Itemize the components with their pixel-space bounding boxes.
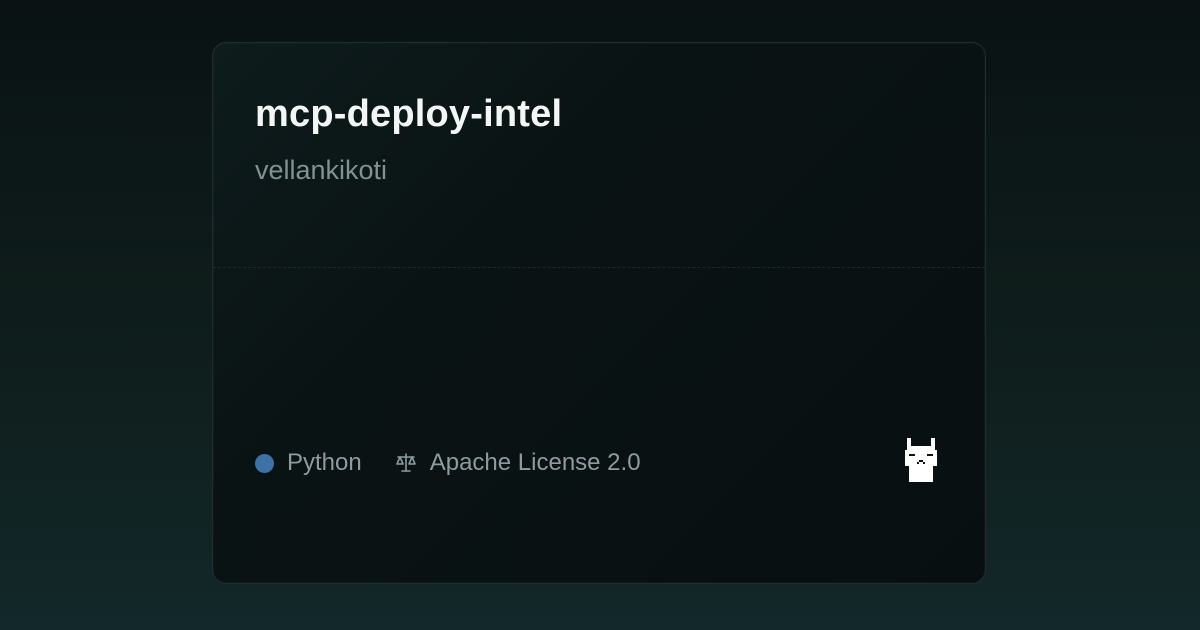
repo-meta: Python Apache License 2.0 [255, 446, 641, 480]
language-dot-icon [255, 453, 274, 473]
license-label: Apache License 2.0 [429, 449, 641, 476]
card-header: mcp-deploy-intel vellankikoti [213, 43, 985, 268]
scale-icon [394, 451, 418, 475]
repo-card: mcp-deploy-intel vellankikoti Python Apa… [212, 42, 986, 584]
repo-owner: vellankikoti [255, 155, 388, 185]
llama-icon [903, 438, 939, 484]
repo-title: mcp-deploy-intel [255, 93, 563, 135]
language-label: Python [287, 449, 362, 476]
